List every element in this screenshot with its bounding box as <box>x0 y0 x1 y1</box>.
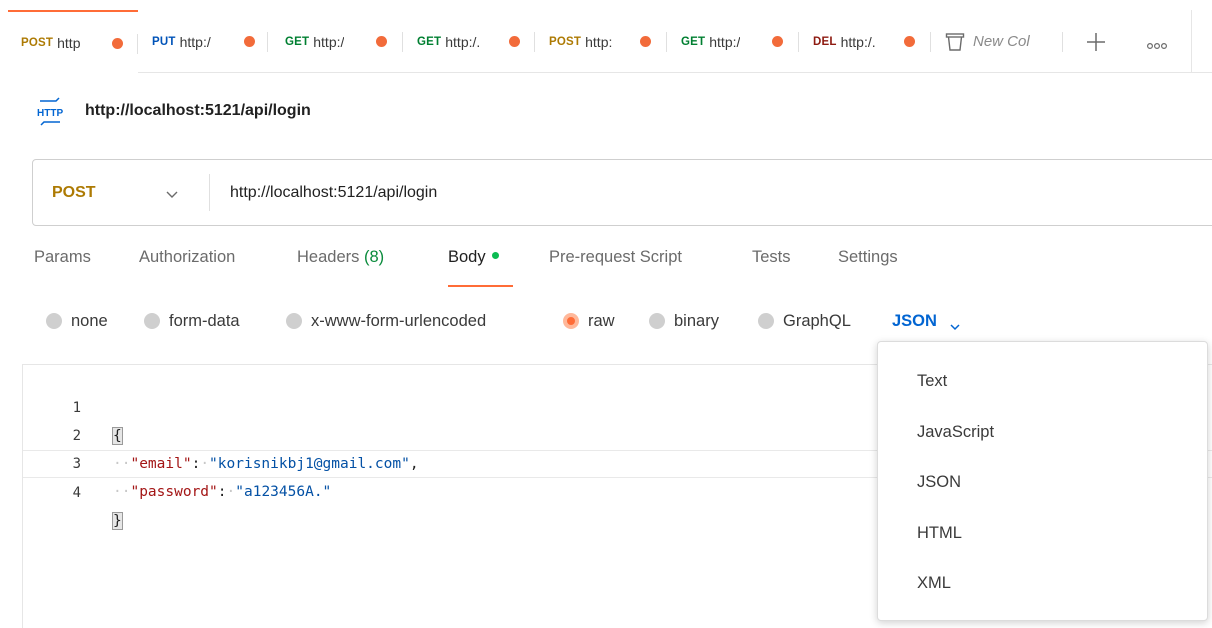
request-tab-bar: POST http PUT http:/ GET http:/ GET http… <box>8 10 1212 73</box>
close-brace: } <box>112 512 123 530</box>
tab-authorization[interactable]: Authorization <box>139 248 235 288</box>
request-tab-3[interactable]: GET http:/ <box>272 10 403 73</box>
tab-method: GET <box>417 35 442 48</box>
tab-url: http:/. <box>840 33 876 50</box>
tab-settings[interactable]: Settings <box>838 248 898 288</box>
unsaved-dot-icon <box>244 36 255 47</box>
radio-label: raw <box>588 311 615 330</box>
request-tab-6[interactable]: GET http:/ <box>668 10 799 73</box>
tab-method: DEL <box>813 35 837 48</box>
menu-item-text[interactable]: Text <box>917 366 947 396</box>
unsaved-dot-icon <box>376 36 387 47</box>
url-input[interactable] <box>230 160 1130 225</box>
tab-label: Body <box>448 248 486 266</box>
chevron-down-icon <box>949 317 961 331</box>
radio-label: form-data <box>169 311 240 330</box>
tab-label: Authorization <box>139 248 236 266</box>
tab-label: Settings <box>838 248 898 266</box>
tab-url: http:/ <box>709 33 741 50</box>
svg-text:HTTP: HTTP <box>37 108 63 119</box>
format-label: JSON <box>892 311 937 330</box>
radio-binary[interactable]: binary <box>649 308 719 334</box>
plus-icon[interactable] <box>1084 30 1108 54</box>
tab-url: http:/ <box>313 33 345 50</box>
radio-circle <box>286 313 302 329</box>
unsaved-dot-icon <box>640 36 651 47</box>
radio-label: GraphQL <box>783 311 851 330</box>
method-select[interactable]: POST <box>33 160 210 225</box>
radio-circle <box>144 313 160 329</box>
tab-body[interactable]: Body <box>448 248 513 288</box>
tab-method: GET <box>285 35 310 48</box>
tab-url: http <box>57 34 81 51</box>
request-tab-2[interactable]: PUT http:/ <box>139 10 268 73</box>
status-dot-icon <box>491 252 499 260</box>
menu-item-html[interactable]: HTML <box>917 518 962 548</box>
more-horizontal-icon[interactable] <box>1144 38 1172 50</box>
headers-count: (8) <box>363 248 385 266</box>
radio-raw[interactable]: raw <box>563 308 615 334</box>
tab-method: PUT <box>152 35 176 48</box>
tab-url: New Col <box>973 33 1030 50</box>
request-title-bar: HTTP http://localhost:5121/api/login <box>34 96 311 126</box>
tab-method: GET <box>681 35 706 48</box>
tab-label: Headers <box>297 248 360 266</box>
radio-circle <box>758 313 774 329</box>
menu-item-xml[interactable]: XML <box>917 568 951 598</box>
radio-none[interactable]: none <box>46 308 108 334</box>
json-value: "a123456A." <box>235 484 332 500</box>
collection-icon <box>945 32 965 52</box>
format-dropdown-menu: Text JavaScript JSON HTML XML <box>877 341 1208 621</box>
tab-label: Tests <box>752 248 791 266</box>
unsaved-dot-icon <box>509 36 520 47</box>
tab-tests[interactable]: Tests <box>752 248 791 288</box>
chevron-down-icon <box>165 187 179 198</box>
format-select[interactable]: JSON <box>892 308 961 334</box>
tab-url: http:/. <box>445 33 481 50</box>
tab-url: http: <box>585 33 613 50</box>
request-tab-7[interactable]: DEL http:/. <box>800 10 931 73</box>
menu-item-json[interactable]: JSON <box>917 467 961 497</box>
tab-params[interactable]: Params <box>34 248 91 288</box>
tab-headers[interactable]: Headers (8) <box>297 248 384 288</box>
request-tab-1[interactable]: POST http <box>8 10 138 73</box>
new-collection-tab[interactable]: New Col <box>932 10 1063 73</box>
unsaved-dot-icon <box>904 36 915 47</box>
line-number: 4 <box>72 485 81 501</box>
request-tab-4[interactable]: GET http:/. <box>404 10 535 73</box>
http-request-icon: HTTP <box>34 96 66 126</box>
url-bar: POST <box>32 159 1212 226</box>
radio-circle-selected <box>563 313 579 329</box>
radio-form-data[interactable]: form-data <box>144 308 240 334</box>
unsaved-dot-icon <box>772 36 783 47</box>
tab-label: Params <box>34 248 91 266</box>
tab-prerequest-script[interactable]: Pre-request Script <box>549 248 682 288</box>
tab-method: POST <box>549 35 582 48</box>
radio-urlencoded[interactable]: x-www-form-urlencoded <box>286 308 486 334</box>
tab-url: http:/ <box>179 33 211 50</box>
active-tab-indicator <box>448 285 513 287</box>
radio-graphql[interactable]: GraphQL <box>758 308 851 334</box>
radio-label: x-www-form-urlencoded <box>311 311 487 330</box>
request-title[interactable]: http://localhost:5121/api/login <box>85 102 311 120</box>
json-key: "password" <box>130 484 218 500</box>
radio-label: none <box>71 311 108 330</box>
menu-item-javascript[interactable]: JavaScript <box>917 417 994 447</box>
tab-label: Pre-request Script <box>549 248 682 266</box>
radio-circle <box>46 313 62 329</box>
radio-label: binary <box>674 311 719 330</box>
request-tab-5[interactable]: POST http: <box>536 10 667 73</box>
tab-method: POST <box>21 36 54 49</box>
method-label: POST <box>52 183 96 201</box>
unsaved-dot-icon <box>112 38 123 49</box>
radio-circle <box>649 313 665 329</box>
